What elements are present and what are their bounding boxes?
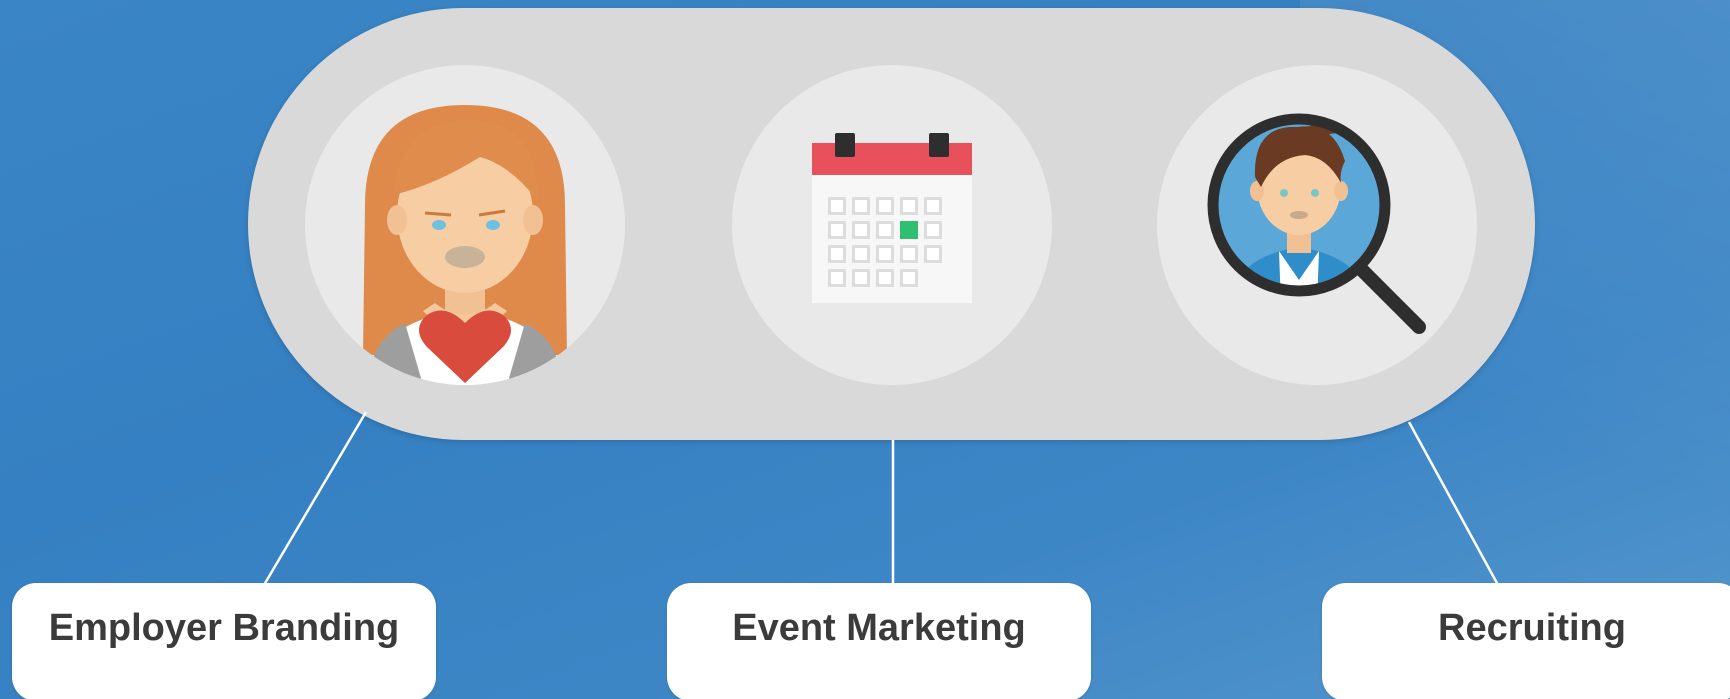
recruiting-label: Recruiting (1438, 606, 1626, 649)
employer-branding-icon-circle (305, 65, 625, 385)
employer-branding-label-box: Employer Branding (12, 583, 436, 699)
recruiting-icon-circle (1157, 65, 1477, 385)
event-marketing-label: Event Marketing (732, 606, 1026, 649)
magnifier-person-icon (1207, 113, 1426, 334)
connector-employer-branding (262, 411, 368, 586)
calendar-icon (812, 133, 972, 303)
event-marketing-label-box: Event Marketing (667, 583, 1091, 699)
woman-with-heart-icon (363, 105, 567, 385)
employer-branding-label: Employer Branding (48, 606, 400, 649)
event-marketing-icon-circle (732, 65, 1052, 385)
recruiting-label-box: Recruiting (1322, 583, 1730, 699)
connector-recruiting (1407, 421, 1500, 586)
